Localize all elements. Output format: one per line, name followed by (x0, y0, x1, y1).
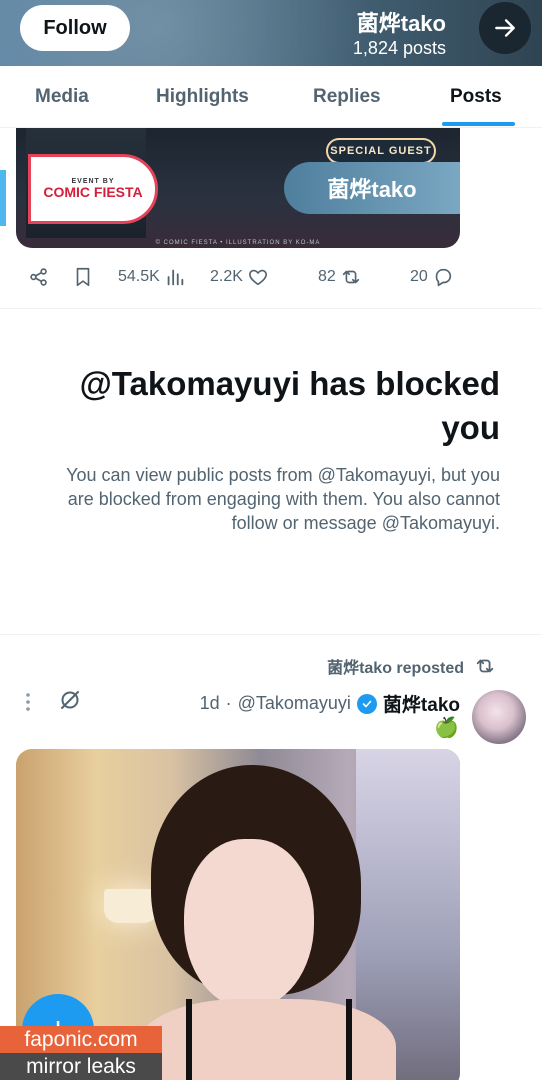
views-stat[interactable]: 54.5K (118, 266, 186, 288)
reposted-by-label: 菌烨tako reposted (327, 660, 464, 677)
active-tab-indicator (442, 122, 515, 126)
photo-strap-left (186, 999, 192, 1080)
more-options-icon[interactable] (18, 690, 38, 714)
repost-button[interactable]: 82 (318, 266, 362, 288)
scroll-accent (0, 170, 6, 226)
profile-header: Follow 菌烨tako 1,824 posts (0, 0, 542, 66)
watermark-site: faponic.com (0, 1026, 162, 1053)
reply-button[interactable]: 20 (410, 266, 454, 288)
verified-badge-icon (356, 693, 377, 714)
meta-separator: · (225, 693, 232, 713)
profile-name: 菌烨tako (356, 11, 446, 36)
author-name[interactable]: 菌烨tako (383, 690, 460, 717)
event-badge: EVENT BY COMIC FIESTA (28, 154, 158, 224)
tab-posts[interactable]: Posts (450, 86, 502, 108)
share-icon (30, 268, 47, 286)
tab-highlights[interactable]: Highlights (156, 86, 249, 108)
like-count: 2.2K (210, 268, 243, 285)
author-handle[interactable]: @Takomayuyi (238, 693, 351, 714)
tab-replies[interactable]: Replies (313, 86, 381, 108)
share-button[interactable] (28, 266, 50, 288)
card-credit: © COMIC FIESTA • ILLUSTRATION BY KO-MA (155, 240, 321, 246)
section-divider (0, 634, 542, 635)
repost-count: 82 (318, 268, 336, 285)
back-button[interactable] (479, 2, 531, 54)
blocked-description: You can view public posts from @Takomayu… (66, 465, 500, 533)
green-apple-emoji: 🍏 (434, 717, 459, 739)
post-meta: 1d · @Takomayuyi 菌烨tako (200, 690, 460, 717)
post-card-image[interactable]: EVENT BY COMIC FIESTA SPECIAL GUEST 菌烨ta… (16, 128, 460, 248)
profile-tabs: Media Highlights Replies Posts (0, 66, 542, 128)
tab-media[interactable]: Media (35, 86, 89, 108)
bookmark-icon (76, 267, 90, 287)
photo-subject-face (184, 839, 314, 1009)
post-time[interactable]: 1d (200, 693, 220, 714)
special-guest-label: SPECIAL GUEST (326, 138, 436, 164)
heart-icon (248, 269, 267, 286)
repost-icon (342, 270, 359, 284)
follow-button[interactable]: Follow (20, 5, 130, 51)
views-count: 54.5K (118, 268, 160, 285)
watermark-caption: mirror leaks (0, 1053, 162, 1080)
repost-indicator[interactable]: 菌烨tako reposted (327, 654, 496, 678)
bookmark-button[interactable] (72, 266, 94, 288)
views-bar-chart-icon (167, 269, 184, 286)
reply-count: 20 (410, 268, 428, 285)
avatar[interactable] (472, 690, 526, 744)
repost-icon (476, 659, 494, 673)
like-button[interactable]: 2.2K (210, 266, 269, 288)
reply-bubble-icon (435, 268, 451, 287)
guest-name-pill: 菌烨tako (284, 162, 460, 214)
grok-icon[interactable] (58, 688, 82, 712)
event-name: COMIC FIESTA (43, 184, 143, 200)
photo-strap-right (346, 999, 352, 1080)
arrow-right-icon (495, 19, 515, 37)
post-action-bar: 54.5K 2.2K 82 20 (0, 258, 542, 298)
photo-lamp (104, 889, 158, 923)
blocked-title: @Takomayuyi has blocked you (79, 365, 500, 446)
photo-subject-body (136, 999, 396, 1080)
posts-count: 1,824 posts (352, 38, 446, 58)
section-divider (0, 308, 542, 309)
